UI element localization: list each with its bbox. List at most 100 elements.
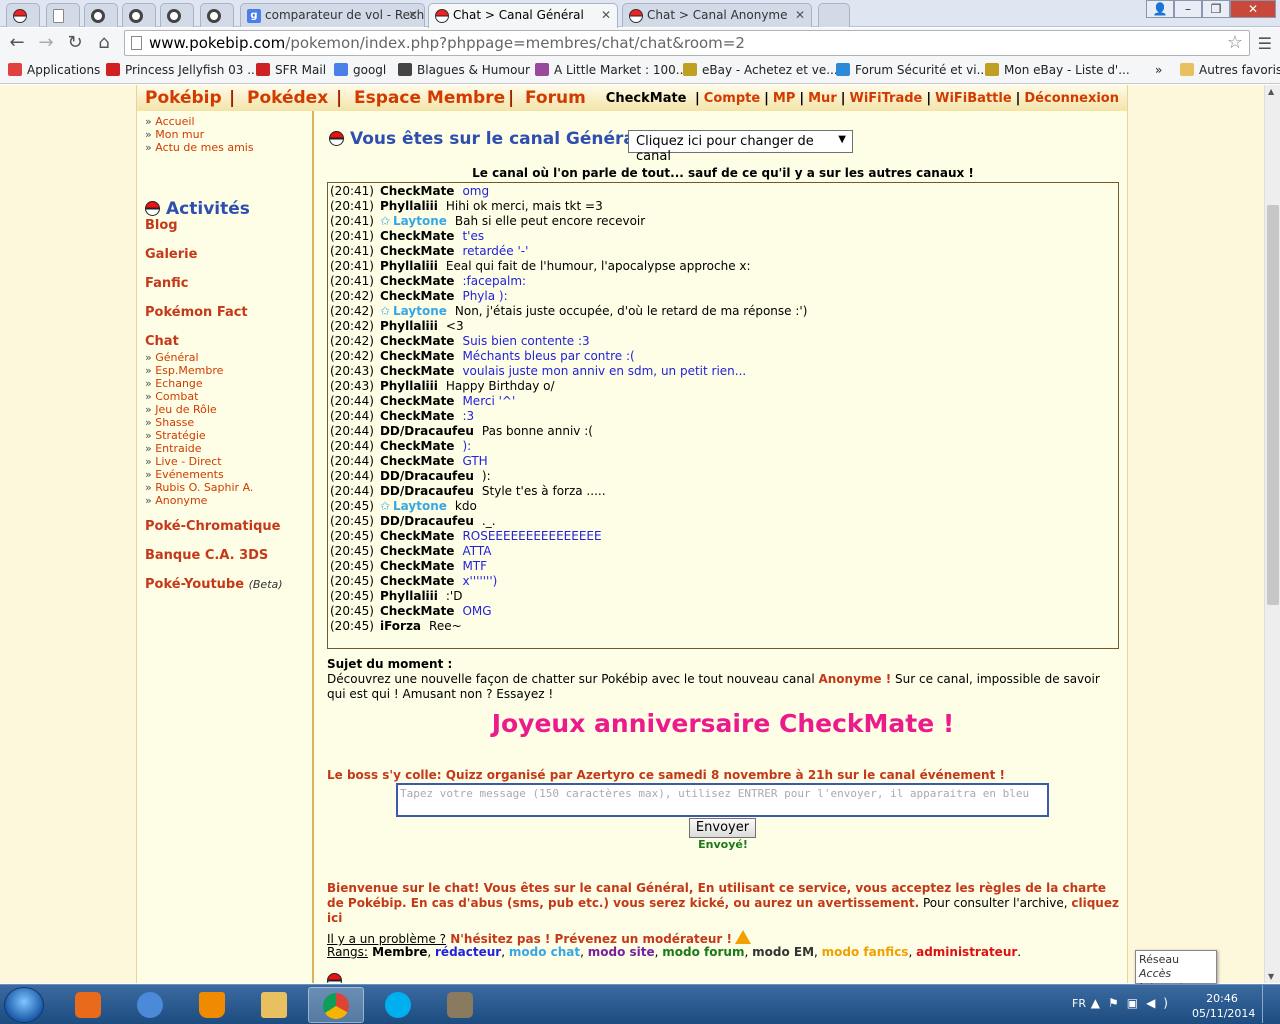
bookmark-item[interactable]: » [1155, 63, 1162, 77]
show-desktop-button[interactable] [1262, 985, 1276, 1023]
sidebar-banque-3ds[interactable]: Banque C.A. 3DS [145, 548, 268, 563]
gimp-icon[interactable] [432, 987, 488, 1023]
sidebar-link-accueil[interactable]: » Accueil [145, 115, 195, 128]
address-bar[interactable]: www.pokebip.com/pokemon/index.php?phppag… [124, 30, 1250, 56]
volume-icon[interactable]: ◀) [1146, 996, 1176, 1010]
language-indicator[interactable]: FR [1072, 997, 1086, 1010]
message-user[interactable]: CheckMate [380, 349, 455, 363]
message-user[interactable]: CheckMate [380, 274, 455, 288]
bookmark-item[interactable]: eBay - Achetez et ve... [683, 63, 838, 77]
sidebar-chat-channel[interactable]: » Général [145, 351, 199, 364]
forward-icon[interactable]: → [35, 33, 57, 53]
message-user[interactable]: CheckMate [380, 229, 455, 243]
home-icon[interactable]: ⌂ [93, 33, 115, 53]
message-user[interactable]: CheckMate [380, 364, 455, 378]
help-question[interactable]: Il y a un problème ? [327, 932, 446, 946]
message-user[interactable]: CheckMate [380, 289, 455, 303]
browser-tab[interactable]: Chat > Canal Général ✕ [428, 3, 618, 28]
message-user[interactable]: DD/Dracaufeu [380, 469, 474, 483]
sidebar-chat-channel[interactable]: » Echange [145, 377, 203, 390]
message-user[interactable]: Phyllaliii [380, 199, 438, 213]
message-user[interactable]: CheckMate [380, 604, 455, 618]
sidebar-chat-channel[interactable]: » Combat [145, 390, 198, 403]
network-icon[interactable]: ▣ [1127, 996, 1146, 1010]
nav-pokedex[interactable]: Pokédex [247, 88, 328, 108]
bookmark-item[interactable]: Autres favoris [1180, 63, 1280, 77]
start-button-icon[interactable] [4, 987, 44, 1023]
bookmark-item[interactable]: Princess Jellyfish 03 ... [106, 63, 259, 77]
back-icon[interactable]: ← [6, 33, 28, 53]
sidebar-fanfic[interactable]: Fanfic [145, 276, 189, 291]
message-user[interactable]: CheckMate [380, 574, 455, 588]
sidebar-chat-channel[interactable]: » Rubis O. Saphir A. [145, 481, 253, 494]
flag-icon[interactable]: ⚑ [1108, 996, 1127, 1010]
new-tab-button[interactable] [818, 3, 850, 27]
bookmark-item[interactable]: Mon eBay - Liste d'... [985, 63, 1130, 77]
sidebar-galerie[interactable]: Galerie [145, 247, 197, 262]
tray-arrow-icon[interactable]: ▲ [1091, 996, 1108, 1010]
message-user[interactable]: CheckMate [380, 454, 455, 468]
warning-icon[interactable] [734, 930, 751, 944]
sidebar-link-mon-mur[interactable]: » Mon mur [145, 128, 204, 141]
chat-messages[interactable]: (20:41) CheckMate omg (20:41) Phyllaliii Hihi… [327, 182, 1119, 649]
sidebar-chat-channel[interactable]: » Stratégie [145, 429, 206, 442]
message-user[interactable]: CheckMate [380, 529, 455, 543]
scroll-down-icon[interactable]: ▼ [1268, 972, 1274, 981]
sujet-anonyme-link[interactable]: Anonyme ! [818, 672, 891, 686]
channel-select[interactable]: Cliquez ici pour changer de canal ▼ [628, 130, 853, 164]
clock[interactable]: 20:46 05/11/2014 [1192, 991, 1255, 1021]
scroll-thumb[interactable] [1267, 205, 1279, 605]
nav-forum[interactable]: Forum [525, 88, 586, 108]
bookmark-item[interactable]: Blagues & Humour [398, 63, 530, 77]
browser-tab[interactable] [46, 3, 80, 27]
chrome-menu-icon[interactable]: ☰ [1258, 34, 1272, 53]
browser-tab[interactable]: g comparateur de vol - Rech ✕ [240, 3, 425, 27]
message-user[interactable]: CheckMate [380, 409, 455, 423]
media-player-icon[interactable] [60, 987, 116, 1023]
sidebar-link-actu[interactable]: » Actu de mes amis [145, 141, 254, 154]
user-link[interactable]: Compte [704, 91, 760, 106]
message-user[interactable]: CheckMate [380, 394, 455, 408]
message-input[interactable]: Tapez votre message (150 caractères max)… [396, 783, 1049, 817]
user-icon[interactable]: 👤 [1146, 0, 1174, 18]
browser-tab[interactable] [160, 3, 194, 27]
bookmark-item[interactable]: googl [334, 63, 386, 77]
sidebar-chat[interactable]: Chat [145, 334, 179, 349]
message-user[interactable]: CheckMate [380, 184, 455, 198]
vlc-icon[interactable] [184, 987, 240, 1023]
skype-icon[interactable] [370, 987, 426, 1023]
chrome-icon[interactable] [308, 987, 364, 1023]
maximize-button[interactable]: ❐ [1202, 0, 1230, 18]
message-user[interactable]: DD/Dracaufeu [380, 424, 474, 438]
browser-tab[interactable] [6, 3, 40, 27]
message-user[interactable]: DD/Dracaufeu [380, 484, 474, 498]
message-user[interactable]: CheckMate [380, 334, 455, 348]
browser-tab[interactable] [84, 3, 118, 27]
bookmark-item[interactable]: SFR Mail [256, 63, 326, 77]
sidebar-poke-youtube[interactable]: Poké-Youtube (Beta) [145, 577, 283, 592]
scroll-up-icon[interactable]: ▲ [1268, 87, 1274, 96]
sidebar-chat-channel[interactable]: » Anonyme [145, 494, 207, 507]
sidebar-pokemon-fact[interactable]: Pokémon Fact [145, 305, 248, 320]
browser-tab[interactable] [122, 3, 156, 27]
page-scrollbar[interactable]: ▲ ▼ [1264, 85, 1280, 983]
message-user[interactable]: Phyllaliii [380, 589, 438, 603]
message-user[interactable]: Laytone [393, 499, 447, 513]
message-user[interactable]: CheckMate [380, 544, 455, 558]
tab-close-icon[interactable]: ✕ [795, 8, 805, 22]
thunderbird-icon[interactable] [122, 987, 178, 1023]
sidebar-chat-channel[interactable]: » Live - Direct [145, 455, 222, 468]
message-user[interactable]: CheckMate [380, 244, 455, 258]
tab-close-icon[interactable]: ✕ [601, 8, 611, 22]
minimize-button[interactable]: – [1174, 0, 1202, 18]
send-button[interactable]: Envoyer [689, 818, 756, 838]
sidebar-chat-channel[interactable]: » Esp.Membre [145, 364, 223, 377]
tab-close-icon[interactable]: ✕ [408, 8, 418, 22]
browser-tab[interactable]: Chat > Canal Anonyme ✕ [622, 3, 812, 27]
bookmark-item[interactable]: Forum Sécurité et vi... [836, 63, 988, 77]
sidebar-poke-chromatique[interactable]: Poké-Chromatique [145, 519, 280, 534]
message-user[interactable]: Phyllaliii [380, 259, 438, 273]
explorer-icon[interactable] [246, 987, 302, 1023]
bookmark-item[interactable]: Applications [8, 63, 100, 77]
user-link[interactable]: WiFiTrade [849, 91, 922, 106]
